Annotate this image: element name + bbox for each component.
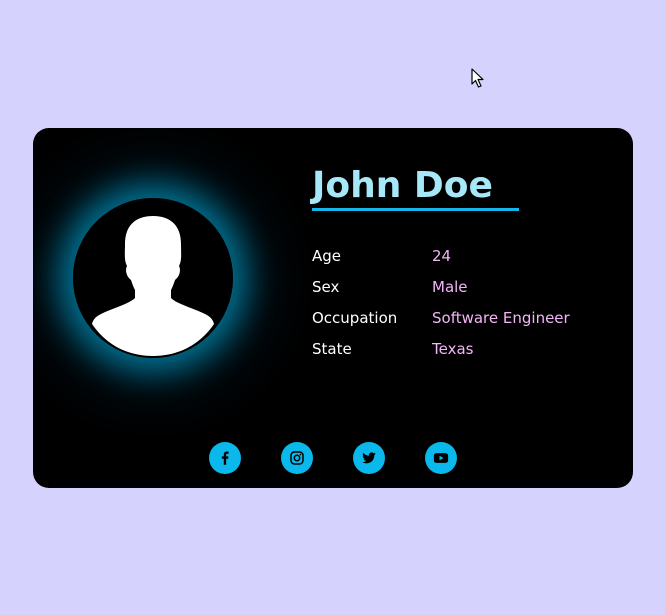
detail-row-state: State Texas	[312, 333, 570, 364]
user-silhouette-icon	[92, 216, 214, 356]
twitter-link[interactable]	[353, 442, 385, 474]
detail-label: Occupation	[312, 308, 398, 327]
detail-row-age: Age 24	[312, 240, 570, 271]
mouse-cursor-icon	[471, 68, 484, 88]
youtube-link[interactable]	[425, 442, 457, 474]
profile-details: Age 24 Sex Male Occupation Software Engi…	[312, 240, 570, 364]
facebook-link[interactable]	[209, 442, 241, 474]
detail-label: Sex	[312, 277, 340, 296]
youtube-icon	[433, 453, 449, 463]
instagram-icon	[290, 451, 304, 465]
facebook-icon	[221, 451, 229, 465]
profile-card: John Doe Age 24 Sex Male Occupation Soft…	[33, 128, 633, 488]
instagram-link[interactable]	[281, 442, 313, 474]
social-links	[209, 442, 457, 474]
detail-value: Software Engineer	[432, 308, 570, 327]
profile-name: John Doe	[312, 165, 493, 206]
twitter-icon	[362, 452, 376, 464]
detail-value: 24	[432, 246, 452, 265]
detail-label: Age	[312, 246, 342, 265]
detail-value: Male	[432, 277, 468, 296]
detail-label: State	[312, 339, 352, 358]
detail-row-occupation: Occupation Software Engineer	[312, 302, 570, 333]
detail-value: Texas	[432, 339, 474, 358]
avatar	[73, 198, 233, 358]
detail-row-sex: Sex Male	[312, 271, 570, 302]
name-underline	[312, 208, 519, 211]
page: John Doe Age 24 Sex Male Occupation Soft…	[0, 0, 665, 615]
